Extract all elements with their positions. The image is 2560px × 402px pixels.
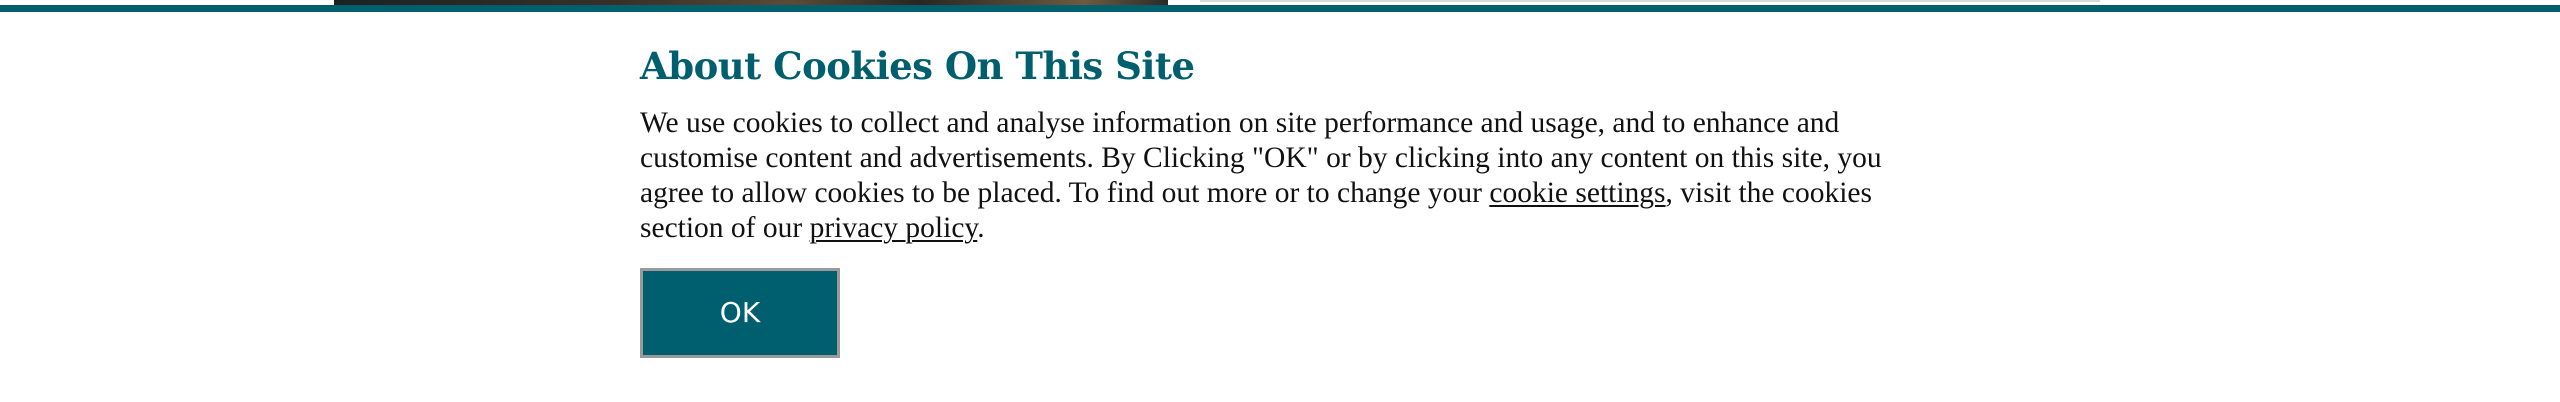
cookie-banner-text-part3: .	[977, 212, 985, 244]
cookie-banner-text: We use cookies to collect and analyse in…	[640, 106, 1940, 246]
privacy-policy-link[interactable]: privacy policy	[810, 212, 978, 244]
page: About Cookies On This Site We use cookie…	[0, 0, 2560, 402]
cookie-banner-top-border	[0, 5, 2560, 12]
ok-button[interactable]: OK	[640, 268, 840, 358]
cookie-banner: About Cookies On This Site We use cookie…	[0, 12, 2560, 402]
cookie-settings-link[interactable]: cookie settings	[1489, 177, 1665, 209]
cookie-banner-content: About Cookies On This Site We use cookie…	[640, 44, 1940, 246]
cookie-banner-title: About Cookies On This Site	[640, 44, 1195, 88]
divider	[1200, 0, 2100, 2]
